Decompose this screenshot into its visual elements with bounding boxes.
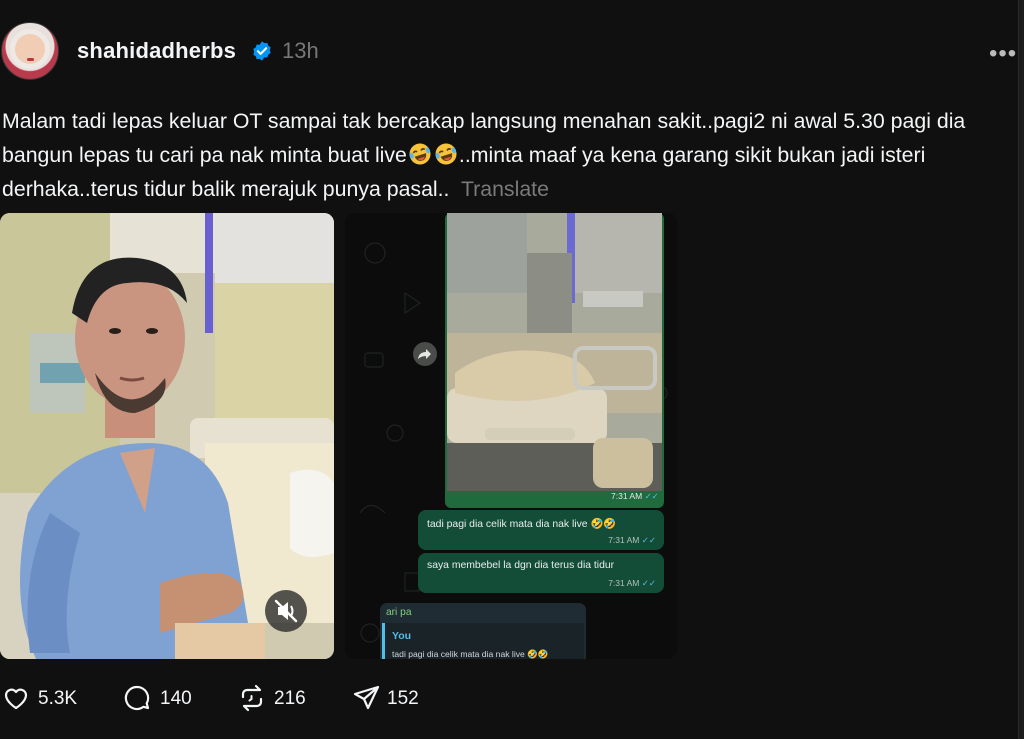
share-arrow-icon [418,349,431,359]
chat-message-1-time: 7:31 AM ✓✓ [608,535,656,546]
comment-count: 140 [160,688,192,709]
chat-message-2-text: saya membebel la dgn dia terus dia tidur [427,560,615,571]
translate-link[interactable]: Translate [461,177,549,201]
chat-message-1-text: tadi pagi dia celik mata dia nak live 🤣🤣 [427,519,617,530]
photo-timestamp: 7:31 AM ✓✓ [611,491,659,502]
chat-reply-message: ari pa You tadi pagi dia celik mata dia … [380,603,586,659]
quoted-message: You tadi pagi dia celik mata dia nak liv… [382,623,584,659]
post-caption: Malam tadi lepas keluar OT sampai tak be… [2,104,1002,206]
verified-badge-icon [253,41,271,61]
post-video[interactable] [0,213,334,659]
window-edge [1018,0,1024,739]
photo-time-text: 7:31 AM [611,491,643,501]
username[interactable]: shahidadherbs [77,38,236,64]
repost-count: 216 [274,688,306,709]
forward-button[interactable] [413,342,437,366]
chat-message-2-time: 7:31 AM ✓✓ [608,578,656,589]
repost-icon[interactable] [237,683,267,713]
like-count: 5.3K [38,688,78,709]
quote-name: You [392,630,412,642]
share-count: 152 [387,688,419,709]
mute-icon [274,599,298,623]
double-check-icon: ✓✓ [641,578,656,588]
msg2-time: 7:31 AM [608,578,640,588]
post-timestamp: 13h [282,38,319,63]
chat-message-1: tadi pagi dia celik mata dia nak live 🤣🤣… [418,510,664,550]
avatar[interactable] [1,22,59,80]
double-check-icon: ✓✓ [644,491,659,501]
msg1-time: 7:31 AM [608,535,640,545]
thread-post: shahidadherbs 13h ••• Malam tadi lepas k… [0,0,1020,739]
laughing-emoji-icon [409,143,431,165]
quote-text: tadi pagi dia celik mata dia nak live 🤣🤣 [392,649,549,659]
double-check-icon: ✓✓ [641,535,656,545]
msg1-text: tadi pagi dia celik mata dia nak live [427,519,588,530]
chat-message-2: saya membebel la dgn dia terus dia tidur… [418,553,664,593]
reply-sender: ari pa [386,607,412,618]
comment-icon[interactable] [122,683,152,713]
quote-text-value: tadi pagi dia celik mata dia nak live [392,649,525,659]
laughing-emoji-icon [435,143,457,165]
more-icon[interactable]: ••• [989,40,1017,68]
mute-button[interactable] [265,590,307,632]
heart-icon[interactable] [1,683,31,713]
send-icon[interactable] [352,683,382,713]
